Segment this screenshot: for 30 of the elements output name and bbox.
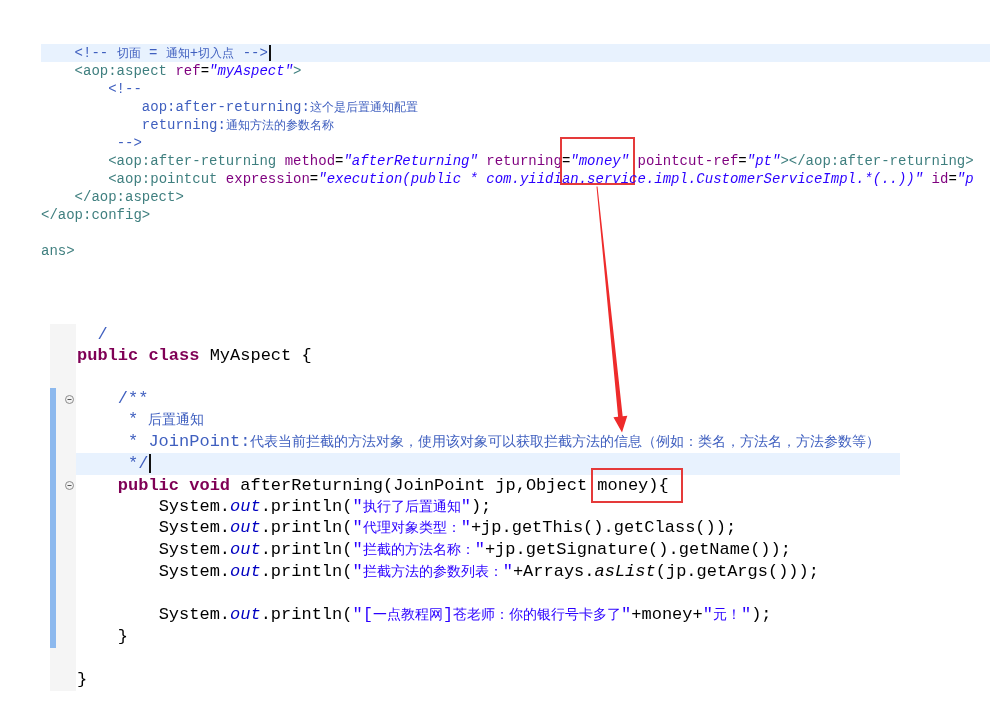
code-line: * JoinPoint:代表当前拦截的方法对象，使用该对象可以获取拦截方法的信息（例如：类名，方法名，方法参数等） xyxy=(128,431,881,454)
code-line: */ xyxy=(128,453,149,475)
code-line: public void afterReturning(JoinPoint jp,Object xyxy=(117,474,588,497)
circle-minus-icon[interactable] xyxy=(65,394,74,404)
code-line: } xyxy=(77,669,88,691)
code-text: ="money" xyxy=(561,153,630,169)
text-caret-icon xyxy=(149,454,152,474)
code-line: * 后置通知 xyxy=(128,409,205,432)
code-line: <!-- xyxy=(108,80,142,98)
code-line: </aop:aspect> xyxy=(74,188,184,206)
code-text: money){ xyxy=(597,475,669,495)
code-line: System.out.println("[一点教程网]苍老师：你的银行号卡多了"+money+"元！"); xyxy=(158,603,772,626)
circle-minus-icon[interactable] xyxy=(65,481,74,491)
code-line: <aop:aspect ref="myAspect"> xyxy=(74,62,302,80)
code-line: } xyxy=(117,625,128,648)
code-line: / xyxy=(97,323,108,346)
code-line: returning:通知方法的参数名称 xyxy=(141,115,334,135)
code-line: pointcut-ref="pt"></aop:after-returning> xyxy=(637,152,974,170)
code-line: <!-- 切面 = 通知+切入点 --> xyxy=(74,43,268,63)
code-line: aop:after-returning:这个是后置通知配置 xyxy=(141,97,418,117)
text-caret-icon xyxy=(268,45,271,61)
code-line: ans> xyxy=(41,242,75,260)
code-line: /** xyxy=(117,388,149,410)
code-line: public class MyAspect { xyxy=(77,345,312,367)
code-line: </aop:config> xyxy=(41,206,151,224)
code-line: System.out.println("拦截的方法名称："+jp.getSignature().getName()); xyxy=(158,539,791,562)
code-line: System.out.println("代理对象类型："+jp.getThis().getClass()); xyxy=(158,517,737,540)
code-line: --> xyxy=(116,134,142,152)
code-line: System.out.println("拦截方法的参数列表："+Arrays.asList(jp.getArgs())); xyxy=(158,560,819,583)
code-line: System.out.println("执行了后置通知"); xyxy=(158,495,492,518)
